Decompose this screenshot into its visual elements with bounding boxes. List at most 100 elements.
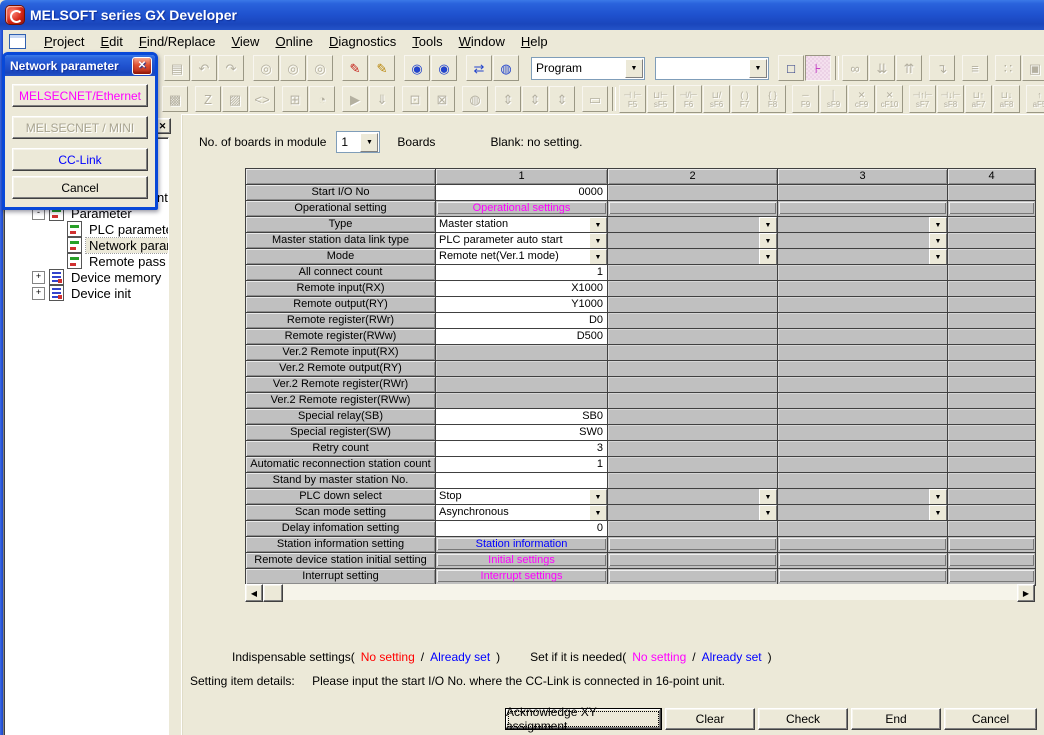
tree-item-device-memory[interactable]: +Device memory: [4, 269, 168, 285]
acknowledge-xy-assignment-button[interactable]: Acknowledge XY assignment: [505, 708, 662, 730]
ladder-sf9-button[interactable]: │sF9: [820, 85, 847, 113]
ladder-z-icon[interactable]: Z: [195, 86, 221, 112]
remote-device-station-initial-setting-link-blank[interactable]: [949, 554, 1034, 566]
scan-mode-setting-select-1[interactable]: Asynchronous▼: [436, 505, 608, 521]
scroll-right-icon[interactable]: ▶: [1017, 584, 1035, 602]
device-test-icon[interactable]: ⇕: [549, 86, 575, 112]
master-station-data-link-type-select-1[interactable]: PLC parameter auto start▼: [436, 233, 608, 249]
interrupt-setting-link-blank[interactable]: [779, 570, 946, 582]
scan-mode-setting-select-2[interactable]: ▼: [608, 505, 778, 521]
step-interval-icon[interactable]: ⇓: [369, 86, 395, 112]
close-icon[interactable]: ✕: [132, 57, 152, 75]
ladder-af5-button[interactable]: ↑aF5: [1026, 85, 1044, 113]
chevron-down-icon[interactable]: ▼: [589, 233, 607, 249]
menu-window[interactable]: Window: [451, 32, 513, 51]
tree-item-remote-pass[interactable]: Remote pass: [4, 253, 168, 269]
all-connect-count-value[interactable]: 1: [436, 265, 608, 281]
master-station-data-link-type-select-2[interactable]: ▼: [608, 233, 778, 249]
operational-setting-link-blank[interactable]: [609, 202, 776, 214]
ladder-sf8-button[interactable]: ⊣↓⊢sF8: [937, 85, 964, 113]
menu-edit[interactable]: Edit: [92, 32, 130, 51]
window-layers-icon[interactable]: ▣: [1022, 55, 1044, 81]
mode-select-3[interactable]: ▼: [778, 249, 948, 265]
chevron-down-icon[interactable]: ▼: [759, 505, 777, 521]
station-information-setting-link[interactable]: Station information: [437, 538, 606, 550]
project-data-list-icon[interactable]: ⊦: [805, 55, 831, 81]
interrupt-setting-link[interactable]: Interrupt settings: [437, 570, 606, 582]
monitor-stop-icon[interactable]: ▩: [162, 86, 188, 112]
step-run-icon[interactable]: ▶: [342, 86, 368, 112]
ladder-sf5-button[interactable]: ⊔⊢sF5: [647, 85, 674, 113]
ladder-f7-button[interactable]: ( )F7: [731, 85, 758, 113]
menu-view[interactable]: View: [223, 32, 267, 51]
window-tile-icon[interactable]: ⊡: [402, 86, 428, 112]
mode-select-1[interactable]: Remote net(Ver.1 mode)▼: [436, 249, 608, 265]
interrupt-setting-link-blank[interactable]: [609, 570, 776, 582]
statement-icon[interactable]: <>: [249, 86, 275, 112]
ladder-write-icon[interactable]: ✎: [342, 55, 368, 81]
interrupt-setting-link-blank[interactable]: [949, 570, 1034, 582]
window-new-icon[interactable]: ⊠: [429, 86, 455, 112]
monitor-write-icon[interactable]: ◉: [431, 55, 457, 81]
child-window-icon[interactable]: [9, 34, 26, 49]
grid-view-icon[interactable]: ⊞: [282, 86, 308, 112]
scrollbar-thumb[interactable]: [263, 584, 283, 602]
chevron-down-icon[interactable]: ▼: [589, 249, 607, 265]
program-select[interactable]: Program▼: [531, 57, 645, 80]
plc-down-select-select-2[interactable]: ▼: [608, 489, 778, 505]
secondary-select[interactable]: ▼: [655, 57, 769, 80]
chevron-down-icon[interactable]: ▼: [929, 489, 947, 505]
chevron-down-icon[interactable]: ▼: [749, 59, 767, 78]
find-binoculars-icon[interactable]: ∞: [842, 55, 868, 81]
remote-register-rww-value[interactable]: D500: [436, 329, 608, 345]
remote-device-station-initial-setting-link-blank[interactable]: [779, 554, 946, 566]
special-relay-sb-value[interactable]: SB0: [436, 409, 608, 425]
melsecnet-mini-button[interactable]: MELSECNET / MINI: [12, 116, 148, 139]
chevron-down-icon[interactable]: ▼: [589, 505, 607, 521]
dialog-title-bar[interactable]: Network parameter ✕: [5, 55, 155, 76]
undo-icon[interactable]: ↶: [191, 55, 217, 81]
chevron-down-icon[interactable]: ▼: [589, 489, 607, 505]
chevron-down-icon[interactable]: ▼: [759, 233, 777, 249]
tree-item-network-param[interactable]: Network param: [4, 237, 168, 253]
end-button[interactable]: End: [851, 708, 941, 730]
boards-count-select[interactable]: 1 ▼: [336, 131, 380, 153]
master-station-data-link-type-select-3[interactable]: ▼: [778, 233, 948, 249]
menu-tools[interactable]: Tools: [404, 32, 450, 51]
jump-icon[interactable]: ↴: [929, 55, 955, 81]
paste-icon[interactable]: ▤: [164, 55, 190, 81]
scan-mode-setting-select-3[interactable]: ▼: [778, 505, 948, 521]
ladder-cf9-button[interactable]: ✕cF9: [848, 85, 875, 113]
find-device-icon[interactable]: ◎: [253, 55, 279, 81]
operational-setting-link-blank[interactable]: [779, 202, 946, 214]
chevron-down-icon[interactable]: ▼: [929, 233, 947, 249]
operational-setting-link-blank[interactable]: [949, 202, 1034, 214]
cc-link-button[interactable]: CC-Link: [12, 148, 148, 171]
chevron-down-icon[interactable]: ▼: [759, 249, 777, 265]
chevron-down-icon[interactable]: ▼: [929, 217, 947, 233]
type-select-2[interactable]: ▼: [608, 217, 778, 233]
device-entry-monitor-icon[interactable]: ⇕: [522, 86, 548, 112]
chevron-down-icon[interactable]: ▼: [929, 249, 947, 265]
transfer-setup-icon[interactable]: ⇄: [466, 55, 492, 81]
remote-device-station-initial-setting-link[interactable]: Initial settings: [437, 554, 606, 566]
remote-device-station-initial-setting-link-blank[interactable]: [609, 554, 776, 566]
remote-register-rwr-value[interactable]: D0: [436, 313, 608, 329]
operational-setting-link[interactable]: Operational settings: [437, 202, 606, 214]
expand-plus-icon[interactable]: +: [32, 287, 45, 300]
ladder-f6-button[interactable]: ⊣/⊢F6: [675, 85, 702, 113]
globe-icon[interactable]: ◍: [462, 86, 488, 112]
ladder-f5-button[interactable]: ⊣ ⊢F5: [619, 85, 646, 113]
find-string-icon[interactable]: ◎: [307, 55, 333, 81]
ladder-f8-button[interactable]: { }F8: [759, 85, 786, 113]
ladder-af7-button[interactable]: ⊔↑aF7: [965, 85, 992, 113]
menu-project[interactable]: Project: [36, 32, 92, 51]
ladder-cf10-button[interactable]: ✕cF10: [876, 85, 903, 113]
chevron-down-icon[interactable]: ▼: [589, 217, 607, 233]
device-batch-monitor-icon[interactable]: ⇕: [495, 86, 521, 112]
clear-button[interactable]: Clear: [665, 708, 755, 730]
station-information-setting-link-blank[interactable]: [609, 538, 776, 550]
table-horizontal-scrollbar[interactable]: ◀ ▶: [245, 584, 1035, 600]
doc-find-icon[interactable]: □: [778, 55, 804, 81]
menu-online[interactable]: Online: [267, 32, 321, 51]
